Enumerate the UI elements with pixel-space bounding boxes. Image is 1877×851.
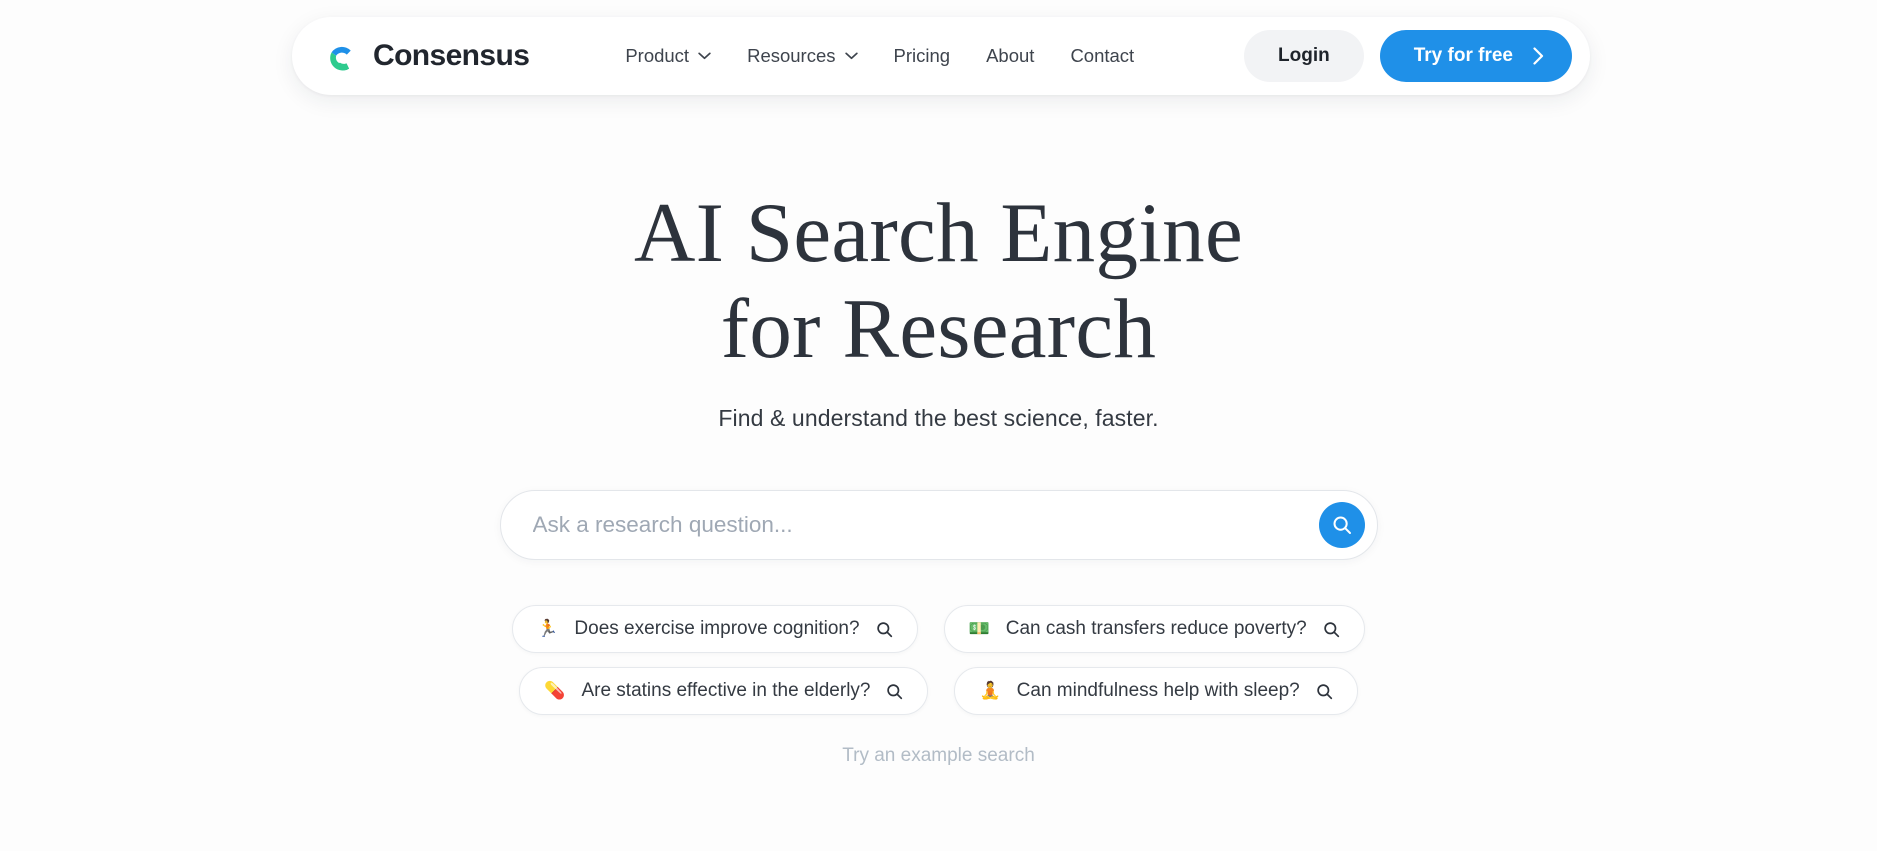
header-actions: Login Try for free <box>1244 30 1572 82</box>
search-submit-button[interactable] <box>1318 502 1365 548</box>
suggestion-chip-cash-transfers[interactable]: 💵 Can cash transfers reduce poverty? <box>943 605 1365 653</box>
suggestion-chip-label: Can mindfulness help with sleep? <box>1016 680 1300 701</box>
nav-item-about[interactable]: About <box>968 37 1052 75</box>
search-row <box>499 490 1378 560</box>
search-box[interactable] <box>499 490 1378 560</box>
search-icon <box>876 621 892 637</box>
nav-item-label: Contact <box>1070 45 1135 66</box>
suggestion-chips: 🏃 Does exercise improve cognition? 💵 Can… <box>500 605 1378 715</box>
consensus-c-logo-icon <box>330 46 351 71</box>
suggestion-chip-label: Can cash transfers reduce poverty? <box>1005 618 1307 639</box>
nav-item-label: About <box>986 45 1035 66</box>
nav-item-resources[interactable]: Resources <box>729 37 875 75</box>
search-icon <box>1333 516 1351 534</box>
headline-line-2: for Research <box>720 282 1157 376</box>
banknote-emoji: 💵 <box>968 618 990 639</box>
headline-line-1: AI Search Engine <box>633 186 1243 280</box>
suggestion-chip-exercise[interactable]: 🏃 Does exercise improve cognition? <box>512 605 918 653</box>
suggestion-chip-mindfulness[interactable]: 🧘 Can mindfulness help with sleep? <box>954 667 1358 715</box>
site-header: Consensus Product Resources Pricing Abou… <box>292 17 1590 95</box>
search-input[interactable] <box>532 491 1319 559</box>
example-search-note[interactable]: Try an example search <box>842 745 1035 767</box>
chevron-down-icon <box>844 52 858 60</box>
hero-subtitle: Find & understand the best science, fast… <box>718 405 1159 431</box>
search-icon <box>887 683 903 699</box>
try-for-free-label: Try for free <box>1413 45 1513 66</box>
meditation-emoji: 🧘 <box>979 680 1001 701</box>
nav-item-pricing[interactable]: Pricing <box>876 37 969 75</box>
chevron-down-icon <box>698 52 711 60</box>
hero-section: AI Search Engine for Research Find & und… <box>0 185 1877 767</box>
runner-emoji: 🏃 <box>537 618 559 639</box>
main-nav: Product Resources Pricing About Contact <box>607 37 1152 75</box>
brand-name: Consensus <box>373 39 530 72</box>
nav-item-product[interactable]: Product <box>607 37 729 75</box>
suggestion-chip-label: Are statins effective in the elderly? <box>581 680 871 701</box>
nav-item-label: Resources <box>747 45 836 66</box>
nav-item-label: Pricing <box>893 45 951 66</box>
landing-page: Consensus Product Resources Pricing Abou… <box>0 0 1877 851</box>
nav-item-contact[interactable]: Contact <box>1052 37 1152 75</box>
pill-emoji: 💊 <box>544 680 566 701</box>
try-for-free-button[interactable]: Try for free <box>1379 30 1572 82</box>
nav-item-label: Product <box>625 45 690 66</box>
header-pill: Consensus Product Resources Pricing Abou… <box>292 17 1590 95</box>
suggestion-chip-statins[interactable]: 💊 Are statins effective in the elderly? <box>519 667 929 715</box>
suggestion-chip-label: Does exercise improve cognition? <box>574 618 860 639</box>
search-icon <box>1324 621 1339 637</box>
login-button[interactable]: Login <box>1244 30 1364 82</box>
chevron-right-icon <box>1533 47 1544 65</box>
brand-logo-link[interactable]: Consensus <box>324 38 530 74</box>
page-title: AI Search Engine for Research <box>634 185 1243 377</box>
search-icon <box>1316 683 1332 699</box>
